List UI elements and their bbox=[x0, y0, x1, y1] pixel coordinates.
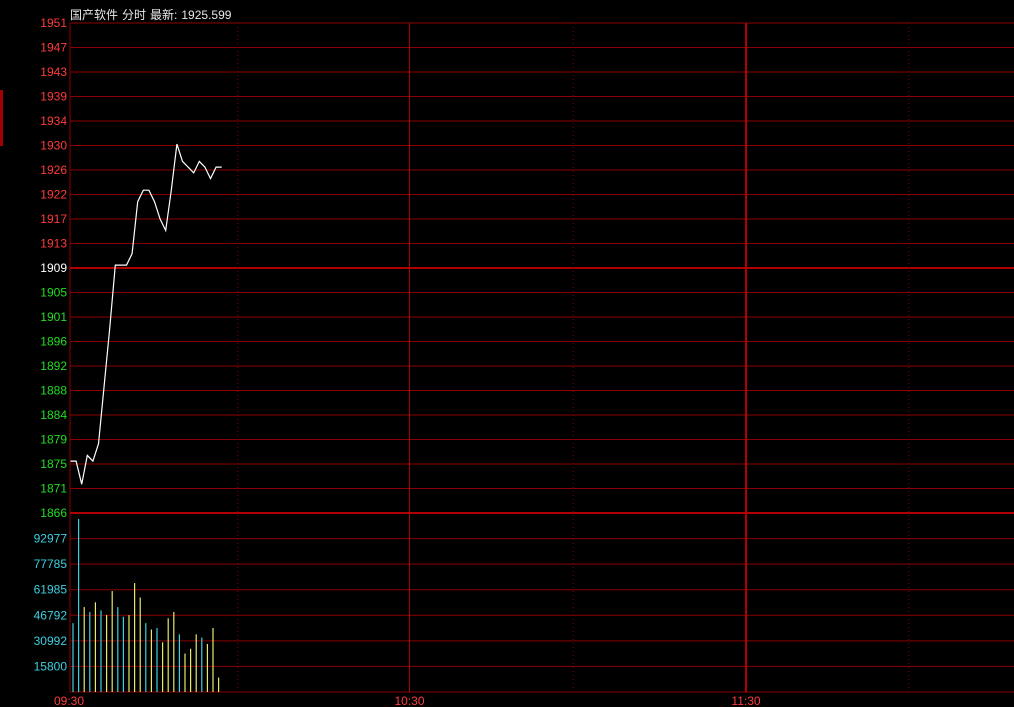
price-tick-label: 1909 bbox=[40, 261, 67, 275]
price-series bbox=[70, 143, 222, 485]
price-tick-label: 1884 bbox=[40, 408, 67, 422]
price-tick-label: 1866 bbox=[40, 506, 67, 520]
time-tick-label: 10:30 bbox=[394, 694, 424, 707]
volume-axis: 92977 77785 61985 46792 30992 15800 bbox=[34, 532, 68, 674]
volume-tick-label: 30992 bbox=[34, 634, 68, 648]
price-tick-label: 1879 bbox=[40, 433, 67, 447]
intraday-chart: 1951 1947 1943 1939 1934 1930 1926 1922 1917 1913… bbox=[34, 16, 1014, 707]
volume-tick-label: 77785 bbox=[34, 557, 68, 571]
time-tick-label: 09:30 bbox=[54, 694, 84, 707]
price-tick-label: 1951 bbox=[40, 16, 67, 30]
volume-tick-label: 15800 bbox=[34, 659, 68, 673]
time-axis: 09:30 10:30 11:30 bbox=[54, 694, 761, 707]
price-tick-label: 1888 bbox=[40, 384, 67, 398]
volume-tick-label: 92977 bbox=[34, 532, 68, 546]
price-tick-label: 1896 bbox=[40, 335, 67, 349]
time-tick-label: 11:30 bbox=[731, 694, 760, 707]
price-line bbox=[70, 143, 222, 485]
volume-bars bbox=[72, 519, 220, 692]
chart-grid bbox=[69, 22, 1014, 693]
price-tick-label: 1939 bbox=[40, 90, 67, 104]
price-tick-label: 1901 bbox=[40, 310, 67, 324]
price-tick-label: 1947 bbox=[40, 41, 67, 55]
price-tick-label: 1943 bbox=[40, 65, 67, 79]
price-tick-label: 1922 bbox=[40, 188, 67, 202]
price-tick-label: 1917 bbox=[40, 212, 67, 226]
price-tick-label: 1913 bbox=[40, 237, 67, 251]
price-tick-label: 1930 bbox=[40, 139, 67, 153]
price-tick-label: 1905 bbox=[40, 286, 67, 300]
price-tick-label: 1934 bbox=[40, 114, 67, 128]
volume-tick-label: 61985 bbox=[34, 583, 68, 597]
volume-tick-label: 46792 bbox=[34, 608, 68, 622]
price-tick-label: 1875 bbox=[40, 457, 67, 471]
price-tick-label: 1926 bbox=[40, 163, 67, 177]
price-tick-label: 1871 bbox=[40, 482, 67, 496]
price-axis: 1951 1947 1943 1939 1934 1930 1926 1922 1917 1913… bbox=[40, 16, 67, 520]
price-tick-label: 1892 bbox=[40, 359, 67, 373]
